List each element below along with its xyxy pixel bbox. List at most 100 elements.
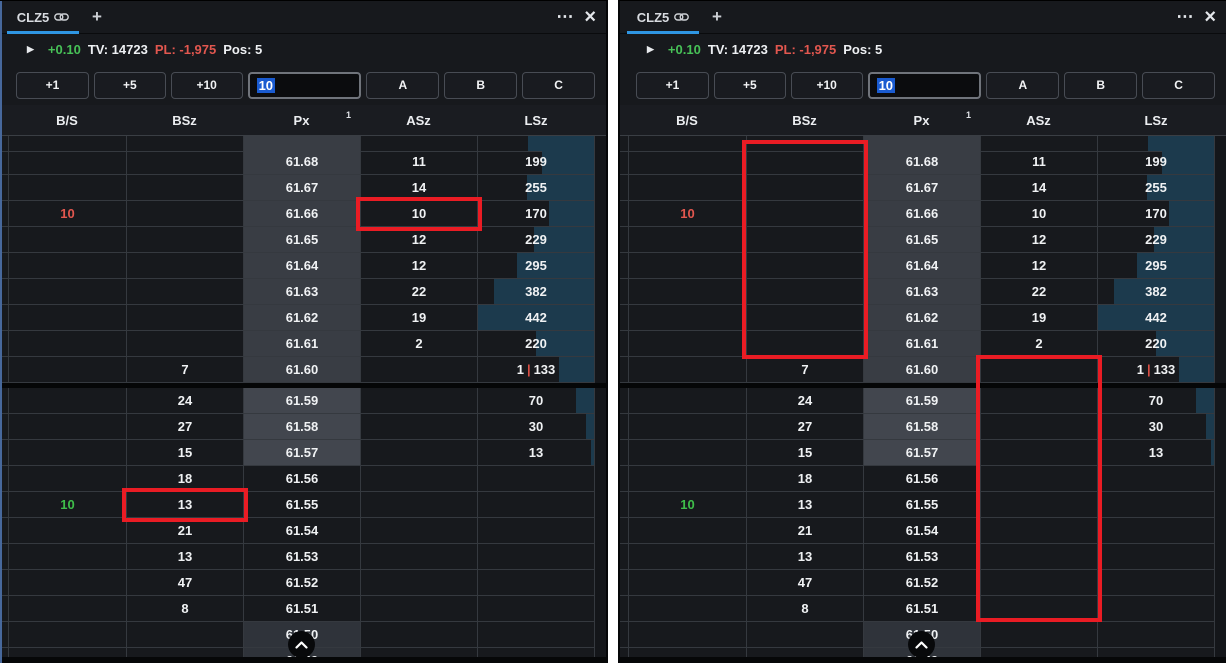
preset-b-button[interactable]: B: [1064, 71, 1138, 99]
asz-cell[interactable]: 19: [360, 305, 477, 331]
preset-c-button[interactable]: C: [522, 71, 595, 99]
px-cell[interactable]: 61.63: [243, 279, 360, 305]
asz-cell[interactable]: [980, 570, 1097, 596]
preset-c-button[interactable]: C: [1142, 71, 1215, 99]
px-cell[interactable]: 61.54: [243, 518, 360, 544]
bsz-cell[interactable]: [746, 305, 863, 331]
bs-cell[interactable]: [628, 305, 746, 331]
bsz-cell[interactable]: 27: [746, 414, 863, 440]
asz-cell[interactable]: 12: [360, 227, 477, 253]
asz-cell[interactable]: 12: [980, 253, 1097, 279]
px-cell[interactable]: 61.56: [243, 466, 360, 492]
bsz-cell[interactable]: [126, 149, 243, 175]
asz-cell[interactable]: 22: [980, 279, 1097, 305]
more-options-icon[interactable]: ⋯: [556, 8, 574, 25]
px-cell[interactable]: 61.56: [863, 466, 980, 492]
bs-cell[interactable]: [628, 175, 746, 201]
px-cell[interactable]: 61.67: [863, 175, 980, 201]
bsz-cell[interactable]: [746, 331, 863, 357]
bs-cell[interactable]: [628, 622, 746, 648]
bsz-cell[interactable]: [126, 331, 243, 357]
bsz-cell[interactable]: 7: [126, 357, 243, 383]
px-cell[interactable]: 61.57: [243, 440, 360, 466]
close-icon[interactable]: ×: [584, 7, 596, 27]
bs-cell[interactable]: [8, 440, 126, 466]
bs-cell[interactable]: [8, 305, 126, 331]
quantity-input[interactable]: 10: [867, 71, 982, 99]
px-cell[interactable]: 61.59: [243, 388, 360, 414]
qty-plus10-button[interactable]: +10: [790, 71, 863, 99]
bsz-cell[interactable]: [126, 253, 243, 279]
bsz-cell[interactable]: 21: [746, 518, 863, 544]
px-cell[interactable]: 61.63: [863, 279, 980, 305]
bs-cell[interactable]: [628, 227, 746, 253]
qty-plus1-button[interactable]: +1: [636, 71, 709, 99]
asz-cell[interactable]: [980, 357, 1097, 383]
asz-cell[interactable]: 14: [980, 175, 1097, 201]
px-cell[interactable]: 61.61: [863, 331, 980, 357]
bs-cell[interactable]: [628, 279, 746, 305]
px-cell[interactable]: 61.66: [863, 201, 980, 227]
px-cell[interactable]: 61.53: [863, 544, 980, 570]
close-icon[interactable]: ×: [1204, 7, 1216, 27]
asz-cell[interactable]: [360, 440, 477, 466]
bsz-cell[interactable]: 7: [746, 357, 863, 383]
bs-cell[interactable]: [628, 570, 746, 596]
tab-clz5[interactable]: CLZ5: [7, 1, 79, 34]
recenter-button[interactable]: [288, 631, 315, 658]
px-cell[interactable]: 61.68: [863, 149, 980, 175]
px-cell[interactable]: 61.58: [863, 414, 980, 440]
bsz-cell[interactable]: 8: [126, 596, 243, 622]
preset-a-button[interactable]: A: [986, 71, 1060, 99]
px-cell[interactable]: 61.67: [243, 175, 360, 201]
px-cell[interactable]: 61.62: [863, 305, 980, 331]
asz-cell[interactable]: [360, 570, 477, 596]
px-cell[interactable]: 61.54: [863, 518, 980, 544]
asz-cell[interactable]: 10: [980, 201, 1097, 227]
asz-cell[interactable]: [980, 414, 1097, 440]
bs-cell[interactable]: [8, 388, 126, 414]
bsz-cell[interactable]: [746, 201, 863, 227]
bs-cell[interactable]: [8, 331, 126, 357]
expander-icon[interactable]: ▶: [27, 44, 34, 55]
bs-cell[interactable]: 10: [8, 492, 126, 518]
bs-cell[interactable]: [628, 466, 746, 492]
asz-cell[interactable]: 2: [980, 331, 1097, 357]
bs-cell[interactable]: [628, 388, 746, 414]
asz-cell[interactable]: [980, 440, 1097, 466]
asz-cell[interactable]: [980, 492, 1097, 518]
asz-cell[interactable]: 2: [360, 331, 477, 357]
bs-cell[interactable]: 10: [8, 201, 126, 227]
asz-cell[interactable]: [980, 466, 1097, 492]
bsz-cell[interactable]: [746, 175, 863, 201]
bs-cell[interactable]: [8, 357, 126, 383]
bs-cell[interactable]: [8, 622, 126, 648]
bs-cell[interactable]: 10: [628, 201, 746, 227]
bsz-cell[interactable]: 13: [126, 544, 243, 570]
asz-cell[interactable]: [360, 544, 477, 570]
bsz-cell[interactable]: [746, 622, 863, 648]
expander-icon[interactable]: ▶: [647, 44, 654, 55]
bsz-cell[interactable]: 13: [746, 492, 863, 518]
bsz-cell[interactable]: [126, 622, 243, 648]
px-cell[interactable]: 61.53: [243, 544, 360, 570]
px-cell[interactable]: 61.65: [863, 227, 980, 253]
bsz-cell[interactable]: 18: [126, 466, 243, 492]
bsz-cell[interactable]: [746, 227, 863, 253]
asz-cell[interactable]: [980, 544, 1097, 570]
bsz-cell[interactable]: [746, 253, 863, 279]
bsz-cell[interactable]: [126, 279, 243, 305]
bsz-cell[interactable]: 15: [126, 440, 243, 466]
px-cell[interactable]: 61.61: [243, 331, 360, 357]
asz-cell[interactable]: [360, 492, 477, 518]
bsz-cell[interactable]: 8: [746, 596, 863, 622]
px-cell[interactable]: 61.51: [863, 596, 980, 622]
bs-cell[interactable]: [628, 518, 746, 544]
asz-cell[interactable]: [360, 414, 477, 440]
px-cell[interactable]: 61.64: [863, 253, 980, 279]
asz-cell[interactable]: 11: [980, 149, 1097, 175]
bsz-cell[interactable]: [746, 149, 863, 175]
bsz-cell[interactable]: 13: [126, 492, 243, 518]
bsz-cell[interactable]: 18: [746, 466, 863, 492]
bsz-cell[interactable]: 21: [126, 518, 243, 544]
